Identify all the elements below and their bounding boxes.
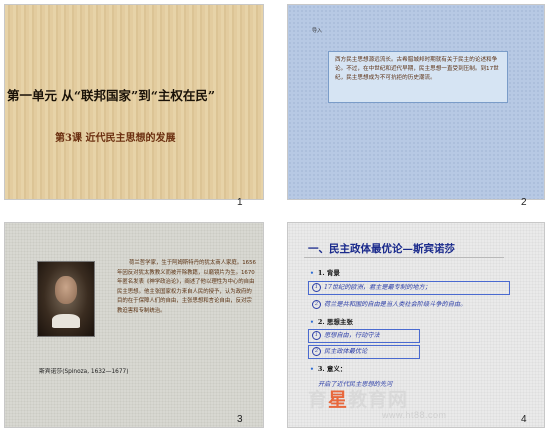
background-item-1: 1 17世纪的欧洲，君主是最专制的地方；	[312, 282, 431, 292]
number-circle-icon: 1	[312, 331, 321, 340]
heading-divider	[304, 257, 504, 258]
number-circle-icon: 2	[312, 347, 321, 356]
slide-4-thumbnail[interactable]: 一、民主政体最优论—斯宾诺莎 • 1. 背景 1 17世纪的欧洲，君主是最专制的地方…	[287, 222, 545, 428]
biography-text: 荷兰哲学家，生于阿姆斯特丹的犹太商人家庭。1656年因反对犹太教教义而被开除教籍…	[117, 260, 256, 314]
bullet-icon: •	[310, 319, 314, 326]
point-background: • 1. 背景	[310, 269, 340, 277]
slide-2-thumbnail[interactable]: 导入 西方民主思想源远流长。古希腊城邦时期就有关于民主的论述和争论。不过，在中世…	[287, 4, 545, 200]
intro-label: 导入	[312, 28, 323, 34]
slide-number-4: 4	[521, 414, 527, 425]
slide-3-thumbnail[interactable]: 荷兰哲学家，生于阿姆斯特丹的犹太商人家庭。1656年因反对犹太教教义而被开除教籍…	[4, 222, 264, 428]
spinoza-portrait	[37, 261, 95, 337]
slide-number-2: 2	[521, 197, 527, 208]
ideas-item-2: 2 民主政体最优论	[312, 346, 367, 356]
section-heading: 一、民主政体最优论—斯宾诺莎	[308, 243, 455, 255]
bullet-icon: •	[310, 270, 314, 277]
slide-number-3: 3	[237, 414, 243, 425]
intro-text-box: 西方民主思想源远流长。古希腊城邦时期就有关于民主的论述和争论。不过，在中世纪和近…	[328, 51, 508, 103]
bullet-icon: •	[310, 366, 314, 373]
point-significance: • 3. 意义：	[310, 365, 347, 373]
unit-title: 第一单元 从“联邦国家”到“主权在民”	[7, 88, 216, 103]
ideas-item-1: 1 思想自由，行动守法	[312, 330, 380, 340]
slide-number-1: 1	[237, 197, 243, 208]
number-circle-icon: 1	[312, 283, 321, 292]
portrait-caption: 斯宾诺莎(Spinoza, 1632—1677)	[39, 369, 129, 375]
significance-text: 开启了近代民主思想的先河	[318, 381, 393, 388]
number-circle-icon: 2	[312, 300, 321, 309]
slide-1-thumbnail[interactable]: 第一单元 从“联邦国家”到“主权在民” 第3课 近代民主思想的发展	[4, 4, 264, 200]
background-item-2: 2 荷兰是共和国的自由是当人类社会阶级斗争的自由。	[312, 299, 466, 309]
portrait-face	[55, 276, 77, 304]
point-ideas: • 2. 思想主张	[310, 318, 353, 326]
lesson-subtitle: 第3课 近代民主思想的发展	[55, 133, 176, 144]
portrait-collar	[52, 314, 80, 328]
